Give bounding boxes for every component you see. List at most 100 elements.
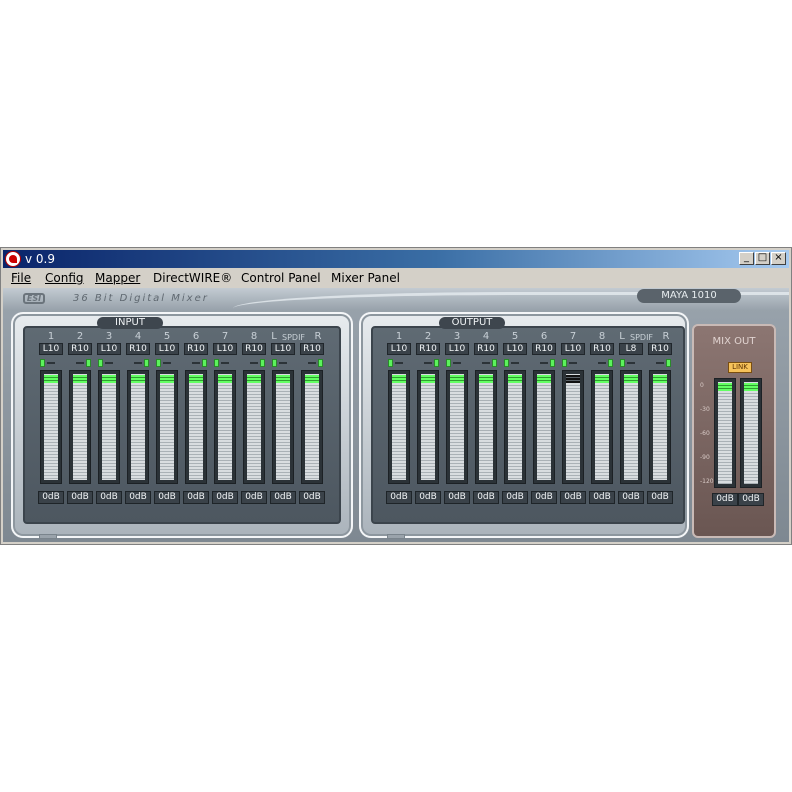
output-fader[interactable] [591,370,613,484]
menu-file[interactable]: File [11,270,31,286]
fader-handle[interactable] [537,375,551,383]
pan-tick [511,362,519,364]
level-led [272,359,277,367]
input-fader[interactable] [69,370,91,484]
mixout-fader[interactable] [714,378,736,488]
menu-control-panel[interactable]: Control Panel [241,270,321,286]
output-pan-display[interactable]: R10 [648,343,672,355]
output-pan-display[interactable]: L10 [503,343,527,355]
input-pan-knob[interactable] [69,359,91,367]
input-fader[interactable] [40,370,62,484]
output-pan-knob[interactable] [620,359,642,367]
link-button[interactable]: LINK [728,362,752,373]
output-fader[interactable] [504,370,526,484]
input-pan-knob[interactable] [214,359,236,367]
input-pan-display[interactable]: L10 [213,343,237,355]
fader-handle[interactable] [479,375,493,383]
fader-handle[interactable] [450,375,464,383]
input-pan-knob[interactable] [40,359,62,367]
input-fader[interactable] [127,370,149,484]
output-fader[interactable] [417,370,439,484]
menu-config[interactable]: Config [45,270,84,286]
minimize-button[interactable]: _ [739,252,754,265]
menu-mixer-panel[interactable]: Mixer Panel [331,270,400,286]
output-fader[interactable] [388,370,410,484]
output-pan-knob[interactable] [649,359,671,367]
output-fader[interactable] [533,370,555,484]
maximize-button[interactable]: □ [755,252,770,265]
output-fader[interactable] [620,370,642,484]
output-pan-knob[interactable] [475,359,497,367]
output-fader[interactable] [562,370,584,484]
input-fader[interactable] [185,370,207,484]
output-pan-knob[interactable] [562,359,584,367]
input-pan-display[interactable]: L10 [39,343,63,355]
input-pan-display[interactable]: R10 [184,343,208,355]
fader-handle[interactable] [718,383,732,391]
input-pan-knob[interactable] [243,359,265,367]
output-pan-knob[interactable] [388,359,410,367]
output-pan-knob[interactable] [417,359,439,367]
fader-handle[interactable] [421,375,435,383]
fader-handle[interactable] [566,375,580,383]
fader-handle[interactable] [44,375,58,383]
mixout-fader[interactable] [740,378,762,488]
title-bar[interactable]: v 0.9 _ □ × [3,250,789,268]
input-pan-display[interactable]: R10 [300,343,324,355]
output-pan-knob[interactable] [504,359,526,367]
output-pan-knob[interactable] [533,359,555,367]
fader-handle[interactable] [131,375,145,383]
input-pan-knob[interactable] [301,359,323,367]
fader-handle[interactable] [508,375,522,383]
output-pan-display[interactable]: R10 [474,343,498,355]
menu-mapper[interactable]: Mapper [95,270,140,286]
output-pan-display[interactable]: R10 [416,343,440,355]
input-channel-number: 2 [76,331,84,342]
input-pan-knob[interactable] [127,359,149,367]
input-pan-display[interactable]: L10 [97,343,121,355]
output-pan-knob[interactable] [446,359,468,367]
fader-track [718,382,732,484]
input-fader[interactable] [156,370,178,484]
input-pan-knob[interactable] [272,359,294,367]
input-pan-knob[interactable] [185,359,207,367]
fader-handle[interactable] [218,375,232,383]
app-logo-icon[interactable] [5,251,21,267]
input-fader[interactable] [98,370,120,484]
fader-handle[interactable] [189,375,203,383]
input-fader[interactable] [272,370,294,484]
input-pan-display[interactable]: L10 [155,343,179,355]
output-pan-display[interactable]: L8 [619,343,643,355]
fader-handle[interactable] [624,375,638,383]
close-button[interactable]: × [771,252,786,265]
fader-handle[interactable] [595,375,609,383]
input-fader[interactable] [301,370,323,484]
fader-handle[interactable] [247,375,261,383]
output-pan-display[interactable]: L10 [387,343,411,355]
input-fader[interactable] [214,370,236,484]
output-pan-display[interactable]: R10 [532,343,556,355]
fader-handle[interactable] [160,375,174,383]
input-pan-display[interactable]: R10 [126,343,150,355]
output-pan-display[interactable]: R10 [590,343,614,355]
fader-handle[interactable] [73,375,87,383]
fader-handle[interactable] [392,375,406,383]
fader-handle[interactable] [653,375,667,383]
fader-handle[interactable] [744,383,758,391]
output-fader[interactable] [475,370,497,484]
input-pan-knob[interactable] [98,359,120,367]
input-pan-display[interactable]: R10 [68,343,92,355]
output-pan-display[interactable]: L10 [561,343,585,355]
fader-handle[interactable] [276,375,290,383]
fader-handle[interactable] [102,375,116,383]
fader-handle[interactable] [305,375,319,383]
input-fader[interactable] [243,370,265,484]
menu-directwire[interactable]: DirectWIRE® [153,270,232,286]
output-pan-display[interactable]: L10 [445,343,469,355]
output-pan-knob[interactable] [591,359,613,367]
input-pan-knob[interactable] [156,359,178,367]
output-fader[interactable] [649,370,671,484]
output-fader[interactable] [446,370,468,484]
input-pan-display[interactable]: R10 [242,343,266,355]
input-pan-display[interactable]: L10 [271,343,295,355]
